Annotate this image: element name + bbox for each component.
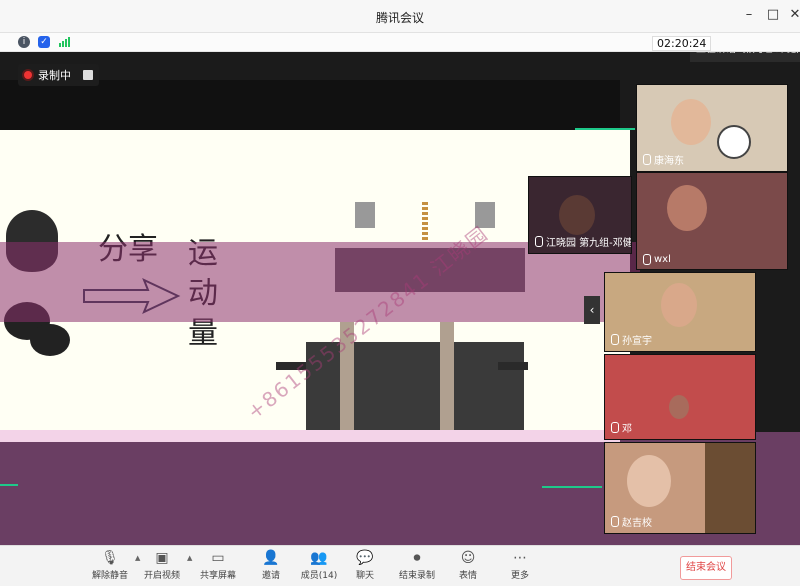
chat-button[interactable]: 💬 聊天: [335, 550, 395, 581]
mic-icon: [643, 254, 651, 265]
participant-tile[interactable]: wxl: [636, 172, 788, 270]
maximize-button[interactable]: □: [764, 6, 782, 24]
recording-label: 录制中: [38, 69, 71, 82]
invite-icon: 👤: [262, 550, 280, 566]
meeting-timer: 02:20:24: [652, 36, 712, 51]
shield-icon[interactable]: ✓: [38, 36, 50, 48]
speaking-banner: 正在讲话: 第九组-邓健;: [690, 52, 800, 62]
app-title: 腾讯会议: [375, 11, 424, 25]
participant-tile[interactable]: 康海东: [636, 84, 788, 172]
end-meeting-button[interactable]: 结束会议: [680, 556, 732, 580]
share-screen-button[interactable]: ▭ 共享屏幕: [188, 550, 248, 581]
emoji-button[interactable]: ☺ 表情: [438, 550, 498, 581]
mic-icon: [611, 334, 619, 345]
info-icon[interactable]: i: [18, 36, 30, 48]
participant-face: [671, 99, 711, 145]
members-icon: 👥: [310, 550, 328, 566]
participant-tile[interactable]: 赵吉校: [604, 442, 756, 534]
participant-tile[interactable]: 江晓园 第九组-邓健: [528, 176, 632, 254]
mic-icon: [643, 154, 651, 165]
participant-face: [661, 283, 697, 327]
start-video-button[interactable]: ▣ 开启视频: [132, 550, 192, 581]
record-stop-icon: ⏺: [413, 550, 421, 566]
meeting-info-bar: i ✓ 02:20:24: [0, 33, 800, 52]
participant-face: [559, 195, 595, 235]
stage-band: [0, 80, 620, 130]
more-icon: ⋯: [513, 550, 527, 566]
bookshelf-background: [705, 443, 755, 533]
participant-face: [669, 395, 689, 419]
chat-icon: 💬: [356, 550, 374, 566]
participant-face: [627, 455, 671, 507]
highlight-edge: [575, 128, 635, 130]
more-button[interactable]: ⋯ 更多: [490, 550, 550, 581]
emoji-icon: ☺: [460, 550, 476, 566]
mic-icon: [535, 236, 543, 247]
participant-name-label: 江晓园 第九组-邓健: [535, 234, 631, 249]
participant-tile[interactable]: 孙宣宇: [604, 272, 756, 352]
participant-name-label: 康海东: [643, 152, 684, 167]
participant-face: [667, 185, 707, 231]
mic-icon: [611, 422, 619, 433]
highlight-edge: [0, 484, 18, 486]
title-bar: 腾讯会议 – □ ✕: [0, 0, 800, 33]
signal-icon[interactable]: [58, 36, 72, 48]
chevron-left-icon[interactable]: ‹: [584, 296, 600, 324]
screen-share-icon: ▭: [211, 550, 225, 566]
meeting-toolbar: 🎙 解除静音 ▲ ▣ 开启视频 ▲ ▭ 共享屏幕 👤 邀请 👥 成员(14) 💬…: [0, 545, 800, 586]
shared-screen-stage: 分享 运动量 +86155535272841 江晓园 录制中 正在讲话: 第九组…: [0, 52, 800, 545]
wall-clock-icon: [717, 125, 751, 159]
camera-icon: ▣: [155, 550, 169, 566]
slide-magenta-band: [0, 242, 640, 322]
record-dot-icon: [24, 71, 32, 79]
stage-pink-strip: [0, 430, 620, 442]
close-button[interactable]: ✕: [786, 6, 800, 24]
participant-name-label: 孙宣宇: [611, 332, 652, 347]
participant-name-label: 邓: [611, 420, 632, 435]
mic-icon: [611, 516, 619, 527]
participant-name-label: 赵吉校: [611, 514, 652, 529]
recording-indicator[interactable]: 录制中: [18, 64, 99, 86]
mic-icon: 🎙: [101, 550, 119, 566]
participant-name-label: wxl: [643, 254, 671, 265]
stop-recording-icon[interactable]: [83, 70, 93, 80]
highlight-edge: [542, 486, 602, 488]
wechat-bubble-icon: [30, 324, 70, 356]
unmute-button[interactable]: 🎙 解除静音: [80, 550, 140, 581]
minimize-button[interactable]: –: [740, 6, 758, 24]
participant-tile[interactable]: 邓: [604, 354, 756, 440]
